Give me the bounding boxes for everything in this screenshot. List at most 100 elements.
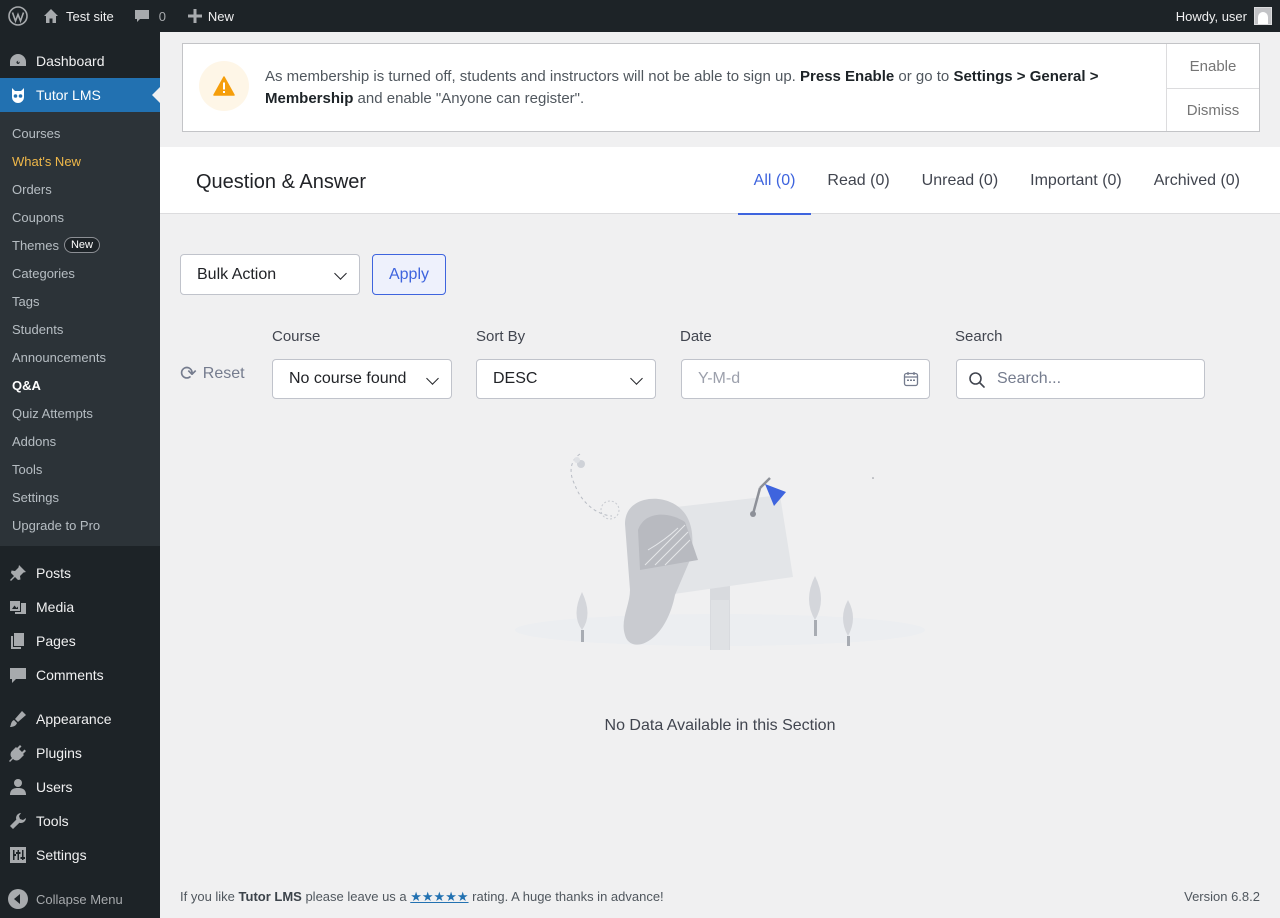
tab-archived[interactable]: Archived (0) — [1138, 147, 1256, 214]
submenu-themes-label: Themes — [12, 237, 59, 253]
plugins-icon — [8, 743, 28, 763]
wrench-icon — [8, 811, 28, 831]
search-input[interactable]: Search... — [956, 359, 1205, 399]
sort-by-select[interactable]: DESC — [476, 359, 656, 399]
submenu-tools[interactable]: Tools — [0, 455, 160, 483]
sort-by-value: DESC — [493, 370, 538, 387]
reset-button[interactable]: ⟳ Reset — [180, 364, 245, 384]
page-title: Question & Answer — [196, 171, 367, 193]
greeting: Howdy, user — [1175, 8, 1247, 24]
site-name-link[interactable]: Test site — [35, 0, 122, 32]
submenu-courses[interactable]: Courses — [0, 119, 160, 147]
paintbrush-icon — [8, 709, 28, 729]
chevron-down-icon — [426, 372, 439, 385]
collapse-arrow-icon — [8, 889, 28, 909]
tutor-owl-icon — [8, 85, 28, 105]
menu-pages[interactable]: Pages — [0, 624, 160, 658]
new-content-link[interactable]: New — [174, 0, 242, 32]
submenu-themes[interactable]: Themes New — [0, 231, 160, 259]
menu-plugins-label: Plugins — [36, 745, 82, 761]
reset-label: Reset — [202, 365, 245, 382]
menu-appearance[interactable]: Appearance — [0, 702, 160, 736]
date-placeholder: Y-M-d — [698, 370, 741, 387]
submenu-addons[interactable]: Addons — [0, 427, 160, 455]
new-badge: New — [63, 237, 100, 253]
tab-all[interactable]: All (0) — [737, 147, 812, 215]
menu-tutor-lms[interactable]: Tutor LMS — [0, 78, 160, 112]
menu-appearance-label: Appearance — [36, 711, 112, 727]
qa-tabs: All (0) Read (0) Unread (0) Important (0… — [737, 147, 1256, 215]
submenu-students[interactable]: Students — [0, 315, 160, 343]
date-input[interactable]: Y-M-d — [681, 359, 930, 399]
notice-text-2: or go to — [894, 68, 954, 85]
search-icon — [969, 372, 985, 388]
menu-content-group: Posts Media Pages Comments — [0, 556, 160, 692]
submenu-upgrade[interactable]: Upgrade to Pro — [0, 511, 160, 539]
notice-text-1: As membership is turned off, students an… — [265, 68, 801, 85]
submenu-coupons[interactable]: Coupons — [0, 203, 160, 231]
search-placeholder: Search... — [997, 370, 1062, 387]
course-select[interactable]: No course found — [272, 359, 452, 399]
empty-mailbox-illustration — [515, 453, 925, 650]
submenu-orders[interactable]: Orders — [0, 175, 160, 203]
menu-tools-label: Tools — [36, 813, 69, 829]
apply-button[interactable]: Apply — [372, 254, 446, 295]
media-icon — [8, 597, 28, 617]
submenu-settings[interactable]: Settings — [0, 483, 160, 511]
submenu-tags[interactable]: Tags — [0, 287, 160, 315]
submenu-announcements[interactable]: Announcements — [0, 343, 160, 371]
menu-plugins[interactable]: Plugins — [0, 736, 160, 770]
menu-tutor-lms-label: Tutor LMS — [36, 87, 101, 103]
course-select-value: No course found — [289, 370, 407, 387]
submenu-qa[interactable]: Q&A — [0, 371, 160, 399]
bulk-action-value: Bulk Action — [197, 265, 277, 283]
menu-settings[interactable]: Settings — [0, 838, 160, 872]
footer-text-3: rating. A huge thanks in advance! — [468, 889, 664, 904]
comments-link[interactable]: 0 — [122, 0, 174, 32]
submenu-categories[interactable]: Categories — [0, 259, 160, 287]
course-label: Course — [272, 328, 321, 345]
site-name: Test site — [66, 8, 114, 24]
menu-settings-label: Settings — [36, 847, 87, 863]
my-account[interactable]: Howdy, user — [1176, 0, 1272, 32]
sort-by-label: Sort By — [476, 328, 526, 345]
rating-stars-link[interactable]: ★★★★★ — [410, 889, 468, 904]
menu-pages-label: Pages — [36, 633, 76, 649]
tab-read[interactable]: Read (0) — [811, 147, 905, 214]
footer-rating-text: If you like Tutor LMS please leave us a … — [180, 889, 664, 905]
menu-media[interactable]: Media — [0, 590, 160, 624]
enable-button[interactable]: Enable — [1167, 44, 1259, 88]
wordpress-logo-icon[interactable] — [1, 0, 35, 32]
tab-important[interactable]: Important (0) — [1014, 147, 1138, 214]
dismiss-button[interactable]: Dismiss — [1167, 88, 1259, 131]
menu-dashboard[interactable]: Dashboard — [0, 44, 160, 78]
footer-text-2: please leave us a — [301, 889, 411, 904]
menu-settings-group: Appearance Plugins Users Tools Settings — [0, 702, 160, 872]
menu-posts[interactable]: Posts — [0, 556, 160, 590]
bulk-action-select[interactable]: Bulk Action — [180, 254, 360, 295]
submenu-quiz-attempts[interactable]: Quiz Attempts — [0, 399, 160, 427]
submenu-whats-new[interactable]: What's New — [0, 147, 160, 175]
notice-actions: Enable Dismiss — [1166, 44, 1259, 131]
empty-state-message: No Data Available in this Section — [604, 717, 836, 734]
notice-message: As membership is turned off, students an… — [265, 66, 1135, 131]
collapse-menu-button[interactable]: Collapse Menu — [0, 882, 160, 916]
date-label: Date — [680, 328, 712, 345]
warning-icon — [199, 61, 249, 111]
users-icon — [8, 777, 28, 797]
notice-text-3: and enable "Anyone can register". — [353, 90, 585, 107]
settings-sliders-icon — [8, 845, 28, 865]
home-icon — [44, 9, 58, 23]
menu-tools[interactable]: Tools — [0, 804, 160, 838]
qa-header: Question & Answer All (0) Read (0) Unrea… — [160, 147, 1280, 215]
avatar — [1254, 7, 1272, 25]
menu-users[interactable]: Users — [0, 770, 160, 804]
tab-unread[interactable]: Unread (0) — [906, 147, 1014, 214]
chevron-down-icon — [630, 372, 643, 385]
dashboard-icon — [8, 51, 28, 71]
menu-posts-label: Posts — [36, 565, 72, 581]
menu-comments[interactable]: Comments — [0, 658, 160, 692]
pushpin-icon — [8, 563, 28, 583]
collapse-menu-label: Collapse Menu — [36, 891, 123, 907]
comments-count: 0 — [158, 8, 166, 24]
